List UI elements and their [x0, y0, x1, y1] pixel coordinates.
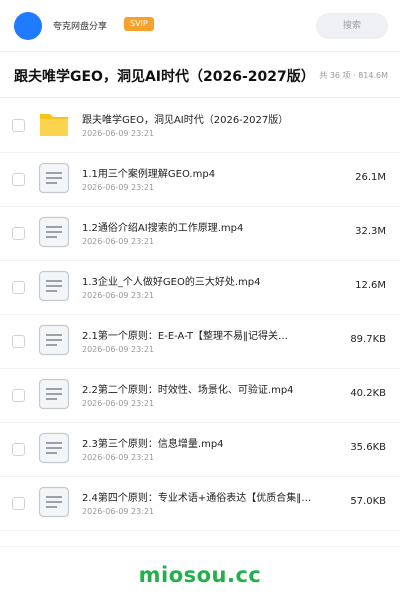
file-name: 2.2第二个原则：时效性、场景化、可验证.mp4 [82, 385, 294, 396]
file-date: 2026-06-09 23:21 [82, 237, 155, 246]
file-icon [38, 324, 70, 356]
app-name: 夸克网盘分享 [53, 22, 108, 32]
svip-badge: SVIP [124, 17, 154, 31]
file-icon [38, 378, 70, 410]
folder-title-bar: 跟夫唯学GEO，洞见AI时代（2026-2027版） 共 36 项 · 814.… [0, 52, 400, 98]
search-button[interactable]: 搜索 [316, 13, 388, 39]
file-name: 2.3第三个原则：信息增量.mp4 [82, 439, 224, 450]
row-checkbox[interactable] [12, 335, 25, 348]
list-item[interactable]: 1.3企业_个人做好GEO的三大好处.mp4 2026-06-09 23:21 … [0, 261, 400, 315]
list-item[interactable]: 1.2通俗介绍AI搜索的工作原理.mp4 2026-06-09 23:21 32… [0, 207, 400, 261]
row-checkbox[interactable] [12, 389, 25, 402]
file-date: 2026-06-09 23:21 [82, 183, 155, 192]
file-date: 2026-06-09 23:21 [82, 507, 155, 516]
file-icon [38, 486, 70, 518]
file-icon [38, 216, 70, 248]
file-size: 57.0KB [350, 496, 386, 507]
list-item[interactable]: 跟夫唯学GEO，洞见AI时代（2026-2027版） 2026-06-09 23… [0, 99, 400, 153]
row-checkbox[interactable] [12, 119, 25, 132]
file-date: 2026-06-09 23:21 [82, 399, 155, 408]
file-icon [38, 432, 70, 464]
file-size: 89.7KB [350, 334, 386, 345]
file-name: 跟夫唯学GEO，洞见AI时代（2026-2027版） [82, 115, 289, 126]
list-item[interactable]: 1.1用三个案例理解GEO.mp4 2026-06-09 23:21 26.1M [0, 153, 400, 207]
list-item[interactable]: 2.3第三个原则：信息增量.mp4 2026-06-09 23:21 35.6K… [0, 423, 400, 477]
page-title: 跟夫唯学GEO，洞见AI时代（2026-2027版） [14, 69, 315, 85]
row-checkbox[interactable] [12, 443, 25, 456]
file-size: 35.6KB [350, 442, 386, 453]
file-name: 2.4第四个原则：专业术语+通俗表达【优质合集‖免… [82, 493, 320, 504]
file-name: 1.1用三个案例理解GEO.mp4 [82, 169, 216, 180]
file-size: 32.3M [355, 226, 386, 237]
row-checkbox[interactable] [12, 173, 25, 186]
row-checkbox[interactable] [12, 281, 25, 294]
list-item[interactable]: 2.4第四个原则：专业术语+通俗表达【优质合集‖免… 2026-06-09 23… [0, 477, 400, 531]
file-date: 2026-06-09 23:21 [82, 129, 155, 138]
file-size: 40.2KB [350, 388, 386, 399]
folder-icon [40, 114, 68, 136]
list-item[interactable]: 2.2第二个原则：时效性、场景化、可验证.mp4 2026-06-09 23:2… [0, 369, 400, 423]
watermark: miosou.cc [138, 563, 262, 587]
top-header: 夸克网盘分享 SVIP 搜索 [0, 0, 400, 52]
row-checkbox[interactable] [12, 497, 25, 510]
list-item[interactable]: 2.1第一个原则：E-E-A-T【整理不易‖记得关… 2026-06-09 23… [0, 315, 400, 369]
item-count-size: 共 36 项 · 814.6M [319, 71, 388, 80]
file-date: 2026-06-09 23:21 [82, 345, 155, 354]
file-size: 26.1M [355, 172, 386, 183]
file-size: 12.6M [355, 280, 386, 291]
file-name: 2.1第一个原则：E-E-A-T【整理不易‖记得关… [82, 331, 288, 342]
file-name: 1.3企业_个人做好GEO的三大好处.mp4 [82, 277, 261, 288]
row-checkbox[interactable] [12, 227, 25, 240]
file-date: 2026-06-09 23:21 [82, 453, 155, 462]
file-icon [38, 270, 70, 302]
file-name: 1.2通俗介绍AI搜索的工作原理.mp4 [82, 223, 244, 234]
file-date: 2026-06-09 23:21 [82, 291, 155, 300]
avatar[interactable] [14, 12, 42, 40]
file-icon [38, 162, 70, 194]
